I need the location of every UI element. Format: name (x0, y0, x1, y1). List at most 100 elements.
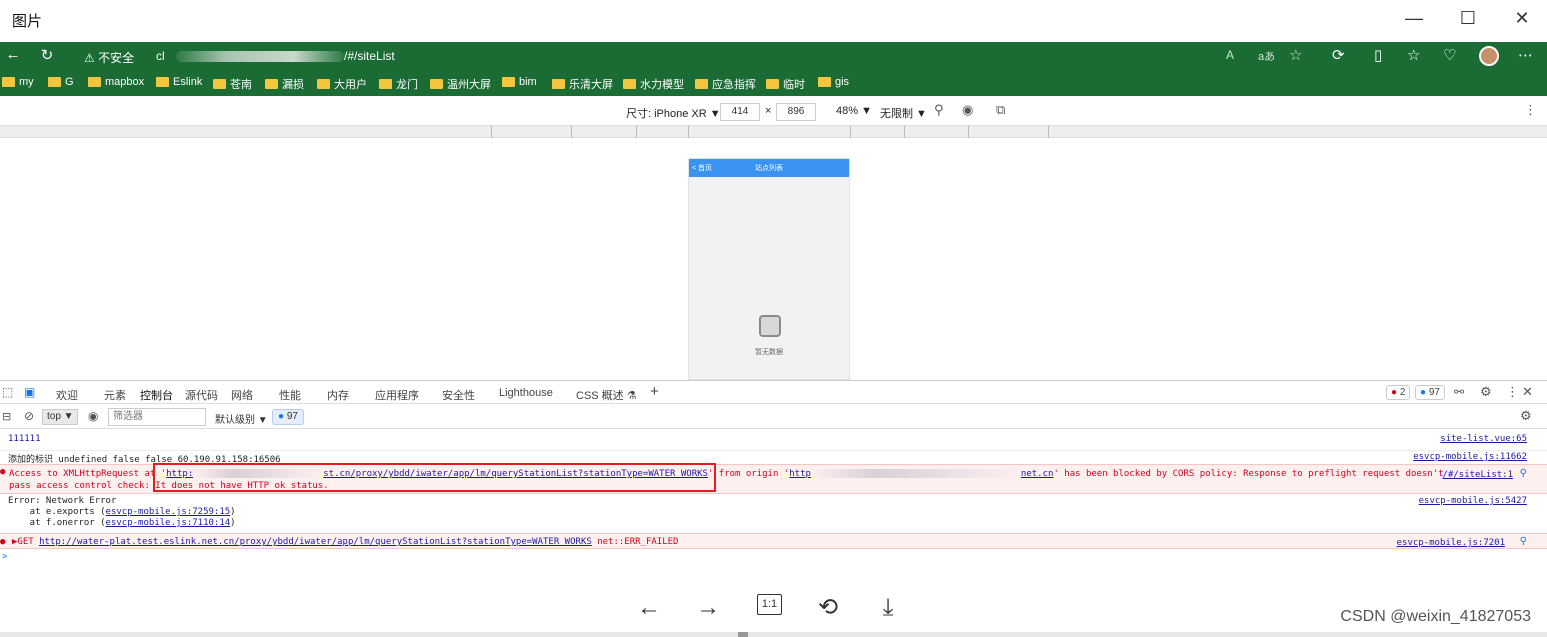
folder-icon (430, 79, 443, 89)
error-source-link[interactable]: esvcp-mobile.js:7201 (1397, 538, 1505, 548)
stack-frame-link[interactable]: esvcp-mobile.js:7259:15 (106, 507, 231, 517)
empty-text: 暂无数据 (755, 349, 783, 356)
expand-toggle[interactable]: ▶GET (12, 537, 39, 547)
folder-icon (818, 77, 831, 87)
performance-icon[interactable]: ♡ (1443, 46, 1456, 64)
url-text[interactable]: /#/siteList (344, 49, 395, 63)
error-source-link[interactable]: /#/siteList:1 (1443, 470, 1513, 480)
sensor-icon[interactable]: ⚲ (934, 102, 944, 118)
security-indicator[interactable]: ⚠ 不安全 (84, 49, 134, 66)
tab-network[interactable]: 网络 (231, 387, 253, 403)
log-source-link[interactable]: site-list.vue:65 (1440, 434, 1527, 444)
url-prefix[interactable]: cl (156, 49, 165, 63)
minimize-button[interactable]: — (1400, 4, 1428, 32)
phone-screen: < 首页 站点列表 暂无数据 (688, 158, 850, 380)
bookmark-bim[interactable]: bim (502, 76, 537, 88)
close-button[interactable]: ✕ (1508, 4, 1536, 32)
width-input[interactable]: 414 (720, 103, 760, 121)
height-input[interactable]: 896 (776, 103, 816, 121)
origin-link[interactable]: net.cn (1021, 469, 1054, 479)
bookmark-yueqing-screen[interactable]: 乐清大屏 (552, 76, 613, 92)
previous-image-icon[interactable]: ← (632, 594, 666, 622)
translate-icon[interactable]: aあ (1258, 48, 1275, 64)
bookmark-eslink[interactable]: Eslink (156, 76, 202, 88)
download-icon[interactable]: ⤓ (871, 594, 905, 622)
tab-performance[interactable]: 性能 (279, 387, 301, 403)
stack-frame-link[interactable]: esvcp-mobile.js:7110:14 (106, 518, 231, 528)
tab-welcome[interactable]: 欢迎 (56, 387, 78, 403)
bookmark-longmen[interactable]: 龙门 (379, 76, 418, 92)
origin-link[interactable]: http (789, 469, 811, 479)
gear-icon[interactable]: ⚙ (1480, 384, 1492, 400)
bookmark-loushun[interactable]: 漏损 (265, 76, 304, 92)
console-settings-icon[interactable]: ⚙ (1520, 408, 1532, 424)
log-level-select[interactable]: 默认级别 ▼ (215, 411, 268, 426)
bookmark-wenzhou-screen[interactable]: 温州大屏 (430, 76, 491, 92)
message-count-badge[interactable]: ● 97 (1415, 385, 1445, 400)
actual-size-button[interactable]: 1:1 (757, 594, 782, 615)
zoom-select[interactable]: 48% ▼ (836, 105, 872, 117)
close-devtools-icon[interactable]: ✕ (1522, 384, 1533, 400)
bookmark-emergency[interactable]: 应急指挥 (695, 76, 756, 92)
bookmark-my[interactable]: my (2, 76, 34, 88)
search-icon[interactable]: ⚲ (1520, 468, 1527, 479)
kebab-icon[interactable]: ⋮ (1506, 384, 1519, 400)
connections-icon[interactable]: ⚯ (1454, 385, 1464, 399)
bookmark-gis[interactable]: gis (818, 76, 849, 88)
horizontal-scrollbar[interactable] (0, 632, 1547, 637)
rotate-icon[interactable]: ⟲ (811, 594, 845, 622)
eye-icon[interactable]: ◉ (962, 102, 973, 118)
clear-console-icon[interactable]: ⊘ (24, 409, 34, 423)
log-source-link[interactable]: esvcp-mobile.js:11662 (1413, 452, 1527, 462)
read-aloud-icon[interactable]: A (1226, 48, 1234, 62)
tab-memory[interactable]: 内存 (327, 387, 349, 403)
maximize-button[interactable]: ☐ (1454, 4, 1482, 32)
extensions-icon[interactable]: ⟳ (1332, 46, 1345, 64)
more-options-icon[interactable]: ⋮ (1524, 102, 1537, 118)
next-image-icon[interactable]: → (691, 594, 725, 622)
favorite-icon[interactable]: ☆ (1289, 46, 1302, 64)
console-prompt[interactable]: > (0, 552, 1547, 564)
bookmark-dayonghu[interactable]: 大用户 (317, 76, 367, 92)
bookmark-mapbox[interactable]: mapbox (88, 76, 144, 88)
filter-input[interactable]: 筛选器 (108, 408, 206, 426)
search-icon[interactable]: ⚲ (1520, 536, 1527, 547)
redacted-url (176, 51, 344, 62)
folder-icon (695, 79, 708, 89)
tab-security[interactable]: 安全性 (442, 387, 475, 403)
avatar[interactable] (1479, 46, 1499, 66)
redacted-origin (810, 469, 1021, 478)
error-count-badge[interactable]: ● 2 (1386, 385, 1411, 400)
rotate-device-icon[interactable]: ⧉ (996, 102, 1005, 118)
bookmark-hydraulic-model[interactable]: 水力模型 (623, 76, 684, 92)
scrollbar-thumb[interactable] (738, 632, 748, 637)
split-screen-icon[interactable]: ▯ (1374, 46, 1382, 64)
bookmark-cangnan[interactable]: 苍南 (213, 76, 252, 92)
back-icon[interactable]: ← (2, 46, 24, 63)
more-icon[interactable]: ⋯ (1518, 46, 1533, 64)
tab-application[interactable]: 应用程序 (375, 387, 419, 403)
log-source-link[interactable]: esvcp-mobile.js:5427 (1419, 496, 1527, 506)
message-icon: ● (278, 411, 285, 422)
inspect-icon[interactable]: ⬚ (2, 385, 13, 399)
viewer-title-bar: 图片 — ☐ ✕ (0, 0, 1547, 40)
add-tab-icon[interactable]: + (650, 383, 659, 400)
request-url-link[interactable]: http://water-plat.test.eslink.net.cn/pro… (39, 537, 592, 547)
tab-elements[interactable]: 元素 (104, 387, 126, 403)
issues-badge[interactable]: ● 97 (272, 409, 304, 425)
tab-lighthouse[interactable]: Lighthouse (499, 387, 553, 399)
stack-frame-text: at e.exports (esvcp-mobile.js:7259:15) (8, 507, 236, 517)
ruler-tick (491, 126, 492, 138)
device-toggle-icon[interactable]: ▣ (24, 385, 35, 399)
throttle-select[interactable]: 无限制 ▼ (880, 105, 927, 121)
reload-icon[interactable]: ↻ (36, 46, 58, 64)
tab-css-overview[interactable]: CSS 概述 ⚗ (576, 387, 637, 403)
context-select[interactable]: top ▼ (42, 409, 78, 425)
collections-icon[interactable]: ☆ (1407, 46, 1420, 64)
bookmark-g[interactable]: G (48, 76, 74, 88)
bookmark-temporary[interactable]: 临时 (766, 76, 805, 92)
device-select[interactable]: 尺寸: iPhone XR ▼ (626, 105, 721, 121)
tab-sources[interactable]: 源代码 (185, 387, 218, 403)
sidebar-toggle-icon[interactable]: ⊟ (2, 410, 11, 423)
live-expression-eye-icon[interactable]: ◉ (88, 409, 98, 423)
